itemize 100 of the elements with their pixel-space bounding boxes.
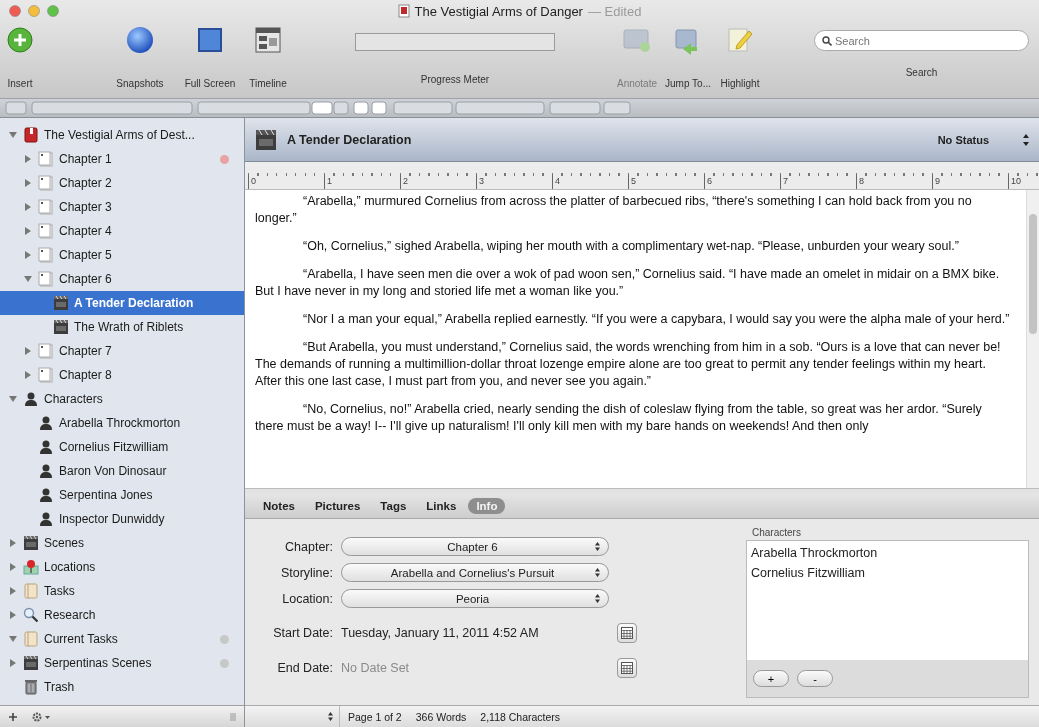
disclosure-triangle-icon[interactable] bbox=[24, 251, 32, 259]
inspector-tab[interactable]: Notes bbox=[255, 497, 303, 514]
character-entry[interactable]: Arabella Throckmorton bbox=[751, 543, 1024, 563]
paragraph: “But Arabella, you must understand,” Cornelius said, the words wrenching from him in a sob. “Ours is a love that can never be! The demands of running a multimillion-dollar throat lozenge empire alone are too great to permit any tender feelings within my heart. After this one last case, I must part from you, and never see you again.” bbox=[255, 339, 1002, 390]
binder-item[interactable]: Cornelius Fitzwilliam bbox=[0, 435, 244, 459]
ruler-number: 6 bbox=[704, 175, 780, 189]
zoom-button[interactable] bbox=[47, 5, 59, 17]
disclosure-triangle-icon[interactable] bbox=[9, 587, 17, 595]
insert-icon bbox=[5, 25, 35, 55]
highlight-button[interactable]: Highlight bbox=[720, 25, 760, 89]
binder-item[interactable]: Chapter 2 bbox=[0, 171, 244, 195]
binder-item[interactable]: A Tender Declaration bbox=[0, 291, 244, 315]
binder-item[interactable]: The Vestigial Arms of Dest... bbox=[0, 123, 244, 147]
disclosure-triangle-icon[interactable] bbox=[9, 659, 17, 667]
person-icon bbox=[38, 439, 54, 455]
stepper-icon bbox=[595, 542, 600, 551]
binder-item[interactable]: Chapter 4 bbox=[0, 219, 244, 243]
edited-label: — Edited bbox=[587, 3, 642, 19]
clapperboard-icon bbox=[23, 535, 39, 551]
calendar-button[interactable] bbox=[617, 623, 637, 643]
search-icon bbox=[23, 607, 39, 623]
clapperboard-icon bbox=[53, 295, 69, 311]
disclosure-triangle-icon[interactable] bbox=[9, 539, 17, 547]
pages-icon bbox=[38, 247, 54, 263]
binder-item[interactable]: Trash bbox=[0, 675, 244, 699]
disclosure-triangle-icon[interactable] bbox=[9, 635, 17, 643]
disclosure-triangle-icon[interactable] bbox=[24, 275, 32, 283]
disclosure-triangle-icon[interactable] bbox=[9, 131, 17, 139]
binder-item[interactable]: Research bbox=[0, 603, 244, 627]
stepper-icon[interactable] bbox=[1023, 133, 1029, 146]
clapperboard-icon bbox=[255, 128, 277, 151]
disclosure-triangle-icon[interactable] bbox=[9, 563, 17, 571]
paragraph: “No, Cornelius, no!” Arabella cried, nearly sending the dish of coleslaw flying from the table, so great was her ardor. “Surely there must be a way! I-- I'll give up naturalism! I'll only kill men with my bare hands on weekends! And then only bbox=[255, 401, 983, 435]
meter-label: Progress Meter bbox=[420, 74, 490, 85]
character-entry[interactable]: Cornelius Fitzwilliam bbox=[751, 563, 1024, 583]
disclosure-triangle-icon[interactable] bbox=[24, 203, 32, 211]
binder-item[interactable]: Tasks bbox=[0, 579, 244, 603]
timeline-button[interactable]: Timeline bbox=[249, 25, 287, 89]
binder-item[interactable]: The Wrath of Riblets bbox=[0, 315, 244, 339]
remove-button[interactable]: - bbox=[797, 670, 833, 687]
binder-item[interactable]: Serpentinas Scenes bbox=[0, 651, 244, 675]
inspector-tab[interactable]: Tags bbox=[372, 497, 415, 514]
status-text: Page 1 of 2 bbox=[348, 710, 402, 723]
fullscreen-button[interactable]: Full Screen bbox=[184, 25, 236, 89]
disclosure-triangle-icon[interactable] bbox=[24, 155, 32, 163]
stepper-icon[interactable] bbox=[328, 712, 333, 721]
search-field[interactable]: Search bbox=[814, 30, 1029, 51]
disclosure-triangle-icon[interactable] bbox=[9, 395, 17, 403]
insert-button[interactable]: Insert bbox=[5, 25, 35, 89]
binder-item[interactable]: Chapter 3 bbox=[0, 195, 244, 219]
binder-item[interactable]: Current Tasks bbox=[0, 627, 244, 651]
minimize-button[interactable] bbox=[28, 5, 40, 17]
sphere-icon bbox=[125, 25, 155, 55]
person-icon bbox=[38, 487, 54, 503]
disclosure-triangle-icon[interactable] bbox=[24, 347, 32, 355]
pages-icon bbox=[38, 151, 54, 167]
date-field[interactable]: No Date Set bbox=[341, 653, 611, 675]
inspector-tab[interactable]: Links bbox=[418, 497, 465, 514]
inspector-tab[interactable]: Pictures bbox=[306, 497, 369, 514]
resize-grip-icon[interactable] bbox=[230, 711, 236, 722]
timeline-icon bbox=[253, 25, 283, 55]
field-label: Location: bbox=[281, 591, 334, 606]
calendar-button[interactable] bbox=[617, 658, 637, 678]
ruler-number: 9 bbox=[932, 175, 1008, 189]
person-icon bbox=[38, 415, 54, 431]
binder-item[interactable]: Chapter 7 bbox=[0, 339, 244, 363]
pages-icon bbox=[38, 343, 54, 359]
popup-menu[interactable]: Arabella and Cornelius's Pursuit bbox=[341, 563, 609, 582]
disclosure-triangle-icon[interactable] bbox=[9, 611, 17, 619]
binder-item[interactable]: Scenes bbox=[0, 531, 244, 555]
pages-icon bbox=[38, 199, 54, 215]
snapshots-button[interactable]: Snapshots bbox=[116, 25, 164, 89]
binder-item[interactable]: Characters bbox=[0, 387, 244, 411]
binder-item[interactable]: Chapter 6 bbox=[0, 267, 244, 291]
popup-menu[interactable]: Peoria bbox=[341, 589, 609, 608]
add-button[interactable]: + bbox=[753, 670, 789, 687]
binder-item[interactable]: Baron Von Dinosaur bbox=[0, 459, 244, 483]
disclosure-triangle-icon[interactable] bbox=[24, 179, 32, 187]
binder-item[interactable]: Inspector Dunwiddy bbox=[0, 507, 244, 531]
binder-item[interactable]: Serpentina Jones bbox=[0, 483, 244, 507]
disclosure-triangle-icon[interactable] bbox=[24, 227, 32, 235]
ruler-number: 10 bbox=[1008, 175, 1039, 189]
add-icon[interactable] bbox=[8, 711, 18, 722]
disclosure-triangle-icon[interactable] bbox=[24, 371, 32, 379]
gear-icon[interactable] bbox=[32, 711, 52, 722]
popup-menu[interactable]: Chapter 6 bbox=[341, 537, 609, 556]
calendar-icon bbox=[621, 627, 633, 639]
ruler-number: 1 bbox=[324, 175, 400, 189]
ruler-number: 8 bbox=[856, 175, 932, 189]
scrollbar[interactable] bbox=[1026, 190, 1039, 488]
binder-item[interactable]: Locations bbox=[0, 555, 244, 579]
binder-item[interactable]: Chapter 1 bbox=[0, 147, 244, 171]
binder-item[interactable]: Arabella Throckmorton bbox=[0, 411, 244, 435]
document-title: A Tender Declaration bbox=[287, 132, 413, 147]
jump-button[interactable]: Jump To... bbox=[665, 25, 711, 89]
date-field[interactable]: Tuesday, January 11, 2011 4:52 AM bbox=[341, 618, 611, 640]
search-icon bbox=[822, 36, 832, 46]
close-button[interactable] bbox=[9, 5, 21, 17]
binder-item[interactable]: Chapter 8 bbox=[0, 363, 244, 387]
binder-item[interactable]: Chapter 5 bbox=[0, 243, 244, 267]
